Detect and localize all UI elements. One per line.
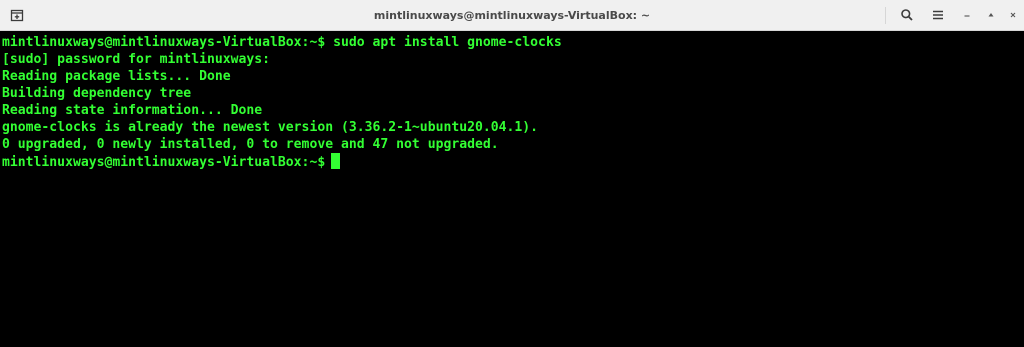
maximize-icon	[988, 13, 994, 17]
hamburger-menu-icon	[933, 10, 943, 20]
output-line: [sudo] password for mintlinuxways:	[2, 52, 271, 67]
output-line: Building dependency tree	[2, 86, 192, 101]
output-line: 0 upgraded, 0 newly installed, 0 to remo…	[2, 137, 499, 152]
terminal-output-area[interactable]: mintlinuxways@mintlinuxways-VirtualBox:~…	[0, 31, 1024, 347]
output-line: Reading package lists... Done	[2, 69, 231, 84]
search-icon	[901, 9, 913, 21]
prompt: mintlinuxways@mintlinuxways-VirtualBox:~…	[2, 155, 326, 170]
prompt: mintlinuxways@mintlinuxways-VirtualBox:~…	[2, 35, 334, 50]
close-button[interactable]	[1002, 4, 1024, 26]
search-button[interactable]	[896, 4, 918, 26]
minimize-icon	[964, 15, 970, 17]
maximize-button[interactable]	[980, 4, 1002, 26]
output-line: Reading state information... Done	[2, 103, 263, 118]
toolbar-divider	[885, 7, 886, 24]
minimize-button[interactable]	[956, 4, 978, 26]
window-title: mintlinuxways@mintlinuxways-VirtualBox: …	[373, 9, 651, 22]
current-prompt-line: mintlinuxways@mintlinuxways-VirtualBox:~…	[2, 153, 1024, 170]
command-text: sudo apt install gnome-clocks	[333, 35, 562, 50]
output-line: gnome-clocks is already the newest versi…	[2, 120, 539, 135]
text-cursor	[331, 153, 341, 169]
menu-button[interactable]	[927, 4, 949, 26]
terminal-window: mintlinuxways@mintlinuxways-VirtualBox: …	[0, 0, 1024, 347]
command-line: mintlinuxways@mintlinuxways-VirtualBox:~…	[2, 34, 1024, 51]
close-icon	[1010, 12, 1016, 18]
titlebar: mintlinuxways@mintlinuxways-VirtualBox: …	[0, 0, 1024, 31]
